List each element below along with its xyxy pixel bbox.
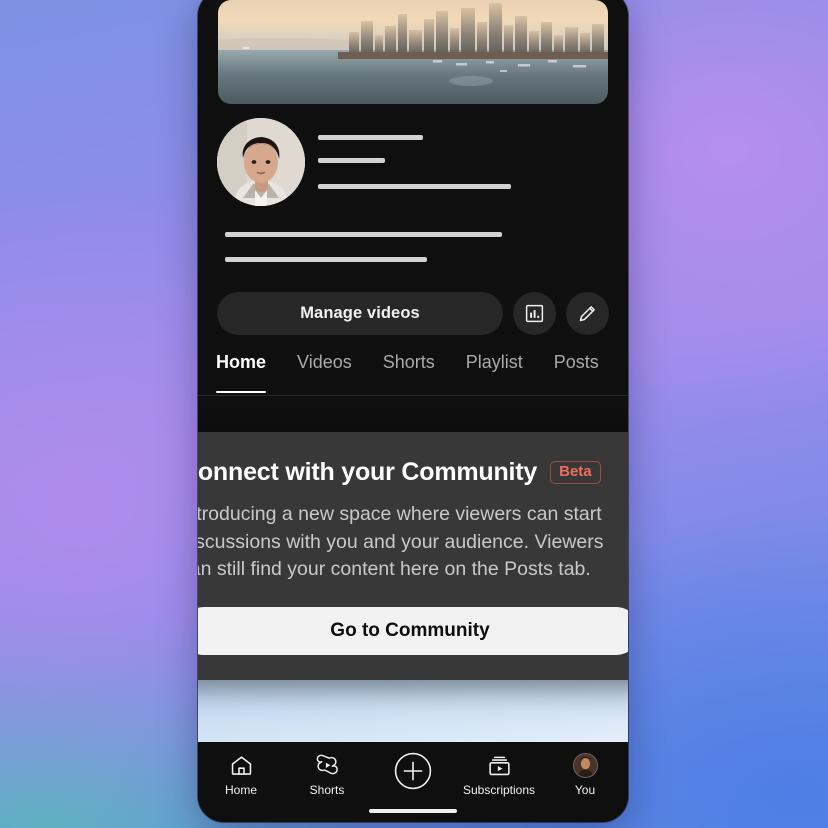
channel-action-row: Manage videos: [217, 292, 609, 335]
channel-tabs: Home Videos Shorts Playlist Posts: [198, 348, 628, 396]
tab-playlist[interactable]: Playlist: [466, 348, 523, 373]
shorts-icon: [315, 752, 340, 778]
nav-item-home[interactable]: Home: [203, 752, 279, 797]
nav-label-subscriptions: Subscriptions: [462, 783, 536, 797]
nav-item-subscriptions[interactable]: Subscriptions: [461, 752, 537, 797]
avatar-image: [217, 118, 305, 206]
create-plus-icon: [394, 752, 432, 790]
phone-screen: Manage videos Home Videos Shorts Playlis…: [198, 0, 628, 822]
channel-stats-placeholder: [318, 184, 511, 189]
channel-description-placeholder-line-1: [225, 232, 502, 237]
analytics-button[interactable]: [513, 292, 556, 335]
home-icon: [229, 752, 254, 778]
banner-image: [218, 0, 608, 104]
manage-videos-button[interactable]: Manage videos: [217, 292, 503, 335]
tab-videos[interactable]: Videos: [297, 348, 352, 373]
channel-banner[interactable]: [218, 0, 608, 104]
edit-channel-button[interactable]: [566, 292, 609, 335]
dialog-header: Connect with your Community Beta: [198, 458, 628, 487]
nav-label-you: You: [574, 783, 596, 797]
home-indicator: [369, 809, 457, 813]
pencil-icon: [579, 306, 595, 322]
nav-item-shorts[interactable]: Shorts: [289, 752, 365, 797]
channel-description-placeholder-line-2: [225, 257, 427, 262]
nav-label-shorts: Shorts: [309, 783, 345, 797]
tab-shorts[interactable]: Shorts: [383, 348, 435, 373]
dialog-body-text: Introducing a new space where viewers ca…: [198, 503, 604, 581]
channel-avatar[interactable]: [217, 118, 305, 206]
avatar: [572, 752, 598, 778]
account-avatar-icon: [572, 752, 598, 778]
tab-home[interactable]: Home: [216, 348, 267, 393]
nav-item-you[interactable]: You: [547, 752, 623, 797]
tab-posts[interactable]: Posts: [554, 348, 599, 373]
go-to-community-button[interactable]: Go to Community: [198, 607, 628, 656]
beta-badge: Beta: [550, 460, 601, 485]
nav-item-create[interactable]: [375, 752, 451, 795]
channel-handle-placeholder: [318, 158, 385, 163]
community-promo-dialog: Connect with your Community Beta Introdu…: [198, 432, 628, 681]
dialog-title: Connect with your Community: [198, 458, 538, 486]
channel-name-placeholder: [318, 135, 423, 140]
nav-label-home: Home: [224, 783, 257, 797]
subscriptions-icon: [487, 752, 512, 778]
phone-frame: Manage videos Home Videos Shorts Playlis…: [198, 0, 628, 822]
bar-chart-icon: [525, 304, 544, 323]
